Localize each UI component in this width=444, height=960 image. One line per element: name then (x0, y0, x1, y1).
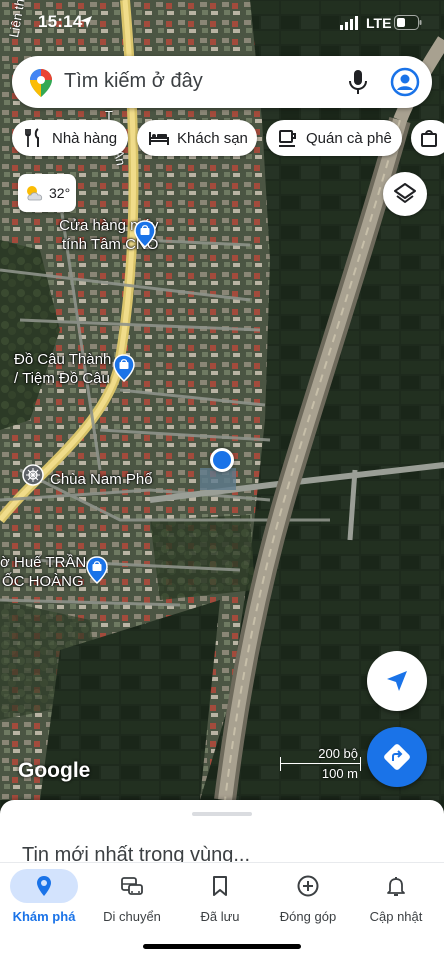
shopping-bag-pin-icon[interactable] (86, 556, 108, 584)
location-arrow-icon (80, 16, 92, 28)
google-maps-logo-icon (30, 69, 52, 97)
status-time: 15:14 (38, 12, 83, 31)
google-logo: Google (18, 759, 91, 782)
map-scale: 200 bộ 100 m (280, 745, 361, 781)
bell-icon (387, 877, 405, 896)
battery-icon (394, 15, 422, 30)
nav-commute[interactable]: Di chuyển (88, 869, 176, 929)
add-circle-icon (297, 875, 319, 897)
temple-pin-icon[interactable] (22, 464, 44, 486)
latest-news-sheet[interactable]: Tin mới nhất trong vùng... (0, 800, 444, 870)
scale-metric: 100 m (321, 766, 358, 781)
commute-icon (121, 877, 143, 895)
poi-label[interactable]: Đồ Câu Thành / Tiệm Đồ Câu (14, 350, 111, 388)
cafe-icon (279, 130, 296, 147)
chip-cafes[interactable]: Quán cà phê (266, 120, 402, 156)
chip-restaurants[interactable]: Nhà hàng (12, 120, 128, 156)
bookmark-icon (213, 876, 227, 896)
scale-tick (360, 757, 361, 771)
sheet-drag-handle[interactable] (192, 812, 252, 816)
network-type: LTE (366, 15, 392, 31)
layers-icon (394, 183, 416, 203)
partly-cloudy-icon (27, 186, 43, 201)
home-indicator[interactable] (143, 944, 301, 949)
nav-saved[interactable]: Đã lưu (176, 869, 264, 929)
microphone-icon[interactable] (346, 69, 370, 95)
poi-name-line1: ờ Huế TRẦN (0, 554, 87, 571)
hotel-icon (149, 132, 169, 145)
my-location-button[interactable] (367, 651, 427, 711)
poi-name-line1: Chùa Nam Phổ (50, 471, 153, 488)
nav-contribute[interactable]: Đóng góp (264, 869, 352, 929)
nav-label: Di chuyển (103, 909, 161, 924)
nav-label: Đóng góp (279, 909, 337, 924)
weather-temperature: 32° (49, 185, 71, 201)
search-bar[interactable]: Tìm kiếm ở đây (12, 56, 432, 108)
chip-label: Khách sạn (177, 129, 248, 147)
poi-name-line1: Đồ Câu Thành (14, 351, 112, 368)
shopping-bag-pin-icon[interactable] (113, 354, 135, 382)
chip-label: Quán cà phê (306, 129, 392, 147)
scale-line (280, 763, 360, 764)
layers-button[interactable] (383, 172, 427, 216)
nav-explore[interactable]: Khám phá (0, 869, 88, 929)
search-input[interactable]: Tìm kiếm ở đây (64, 70, 203, 93)
restaurant-icon (25, 128, 39, 147)
nav-label: Cập nhật (369, 909, 423, 924)
scale-tick (280, 757, 281, 771)
current-location-dot (210, 448, 234, 472)
navigation-arrow-icon (387, 671, 407, 691)
scale-imperial: 200 bộ (318, 746, 358, 761)
explore-pin-icon (37, 876, 51, 896)
chip-shopping[interactable] (411, 120, 444, 156)
directions-icon (384, 744, 410, 770)
nav-label: Khám phá (12, 909, 76, 924)
nav-updates[interactable]: Cập nhật (352, 869, 440, 929)
poi-label[interactable]: ờ Huế TRẦN ỐC HOÀNG (0, 553, 86, 591)
signal-bars-icon (340, 16, 358, 30)
shopping-bag-icon (421, 130, 437, 147)
account-icon[interactable] (390, 67, 420, 97)
status-bar: 15:14 LTE (0, 0, 444, 46)
poi-name-line2: ỐC HOÀNG (2, 573, 84, 590)
poi-name-line2: / Tiệm Đồ Câu (14, 370, 110, 387)
directions-button[interactable] (367, 727, 427, 787)
shopping-bag-pin-icon[interactable] (134, 220, 156, 248)
chip-hotels[interactable]: Khách sạn (137, 120, 257, 156)
weather-badge[interactable]: 32° (18, 174, 76, 212)
poi-label[interactable]: Chùa Nam Phổ (50, 470, 153, 489)
nav-label: Đã lưu (200, 909, 240, 924)
chip-label: Nhà hàng (52, 129, 118, 147)
